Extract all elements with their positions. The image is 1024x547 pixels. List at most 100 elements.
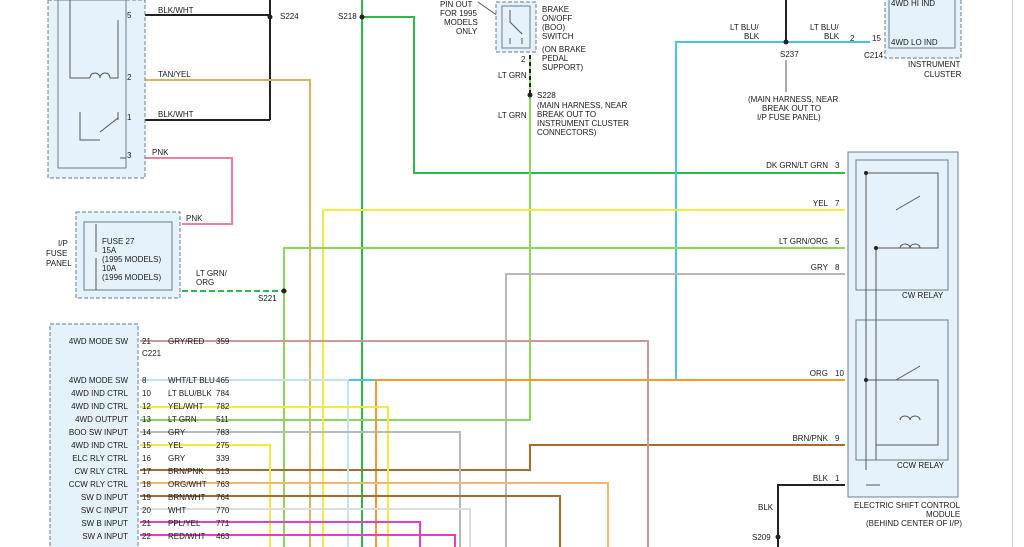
lower-row-wire: GRY — [168, 454, 186, 463]
lower-row-wire: LT GRN — [168, 415, 197, 424]
lower-row-circuit: 770 — [216, 506, 230, 515]
splice-s237-label: S237 — [780, 50, 799, 59]
boo-switch-line-5: (ON BRAKE — [542, 45, 586, 54]
lower-row-wire: WHT/LT BLU — [168, 376, 215, 385]
wires — [140, 0, 870, 547]
shift-pin-wire: ORG — [810, 369, 828, 378]
shift-pin-wire: LT GRN/ORG — [779, 237, 828, 246]
lower-row-label: SW B INPUT — [81, 519, 128, 528]
cluster-wire-right-1: LT BLU/ — [810, 23, 839, 32]
s237-note-line-1: (MAIN HARNESS, NEAR — [748, 95, 838, 104]
lower-row-circuit: 275 — [216, 441, 230, 450]
lower-row-circuit: 511 — [216, 415, 229, 424]
cluster-pin-2: 2 — [850, 34, 855, 43]
boo-wire-above: LT GRN — [498, 71, 527, 80]
shift-pin-number: 5 — [835, 237, 840, 246]
fuse-line-4: 10A — [102, 264, 117, 273]
splice-s228-dot — [527, 92, 533, 98]
top-left-wire-3: PNK — [152, 148, 169, 157]
lower-row-circuit: 763 — [216, 480, 230, 489]
lower-row-circuit: 783 — [216, 428, 230, 437]
shift-pin-wire: GRY — [811, 263, 829, 272]
lower-row-pin: 10 — [142, 389, 151, 398]
lower-row-label: 4WD MODE SW — [69, 337, 129, 346]
cluster-wire-left-1: LT BLU/ — [730, 23, 759, 32]
boo-switch-line-3: (BOO) — [542, 23, 565, 32]
lower-row-wire: WHT — [168, 506, 186, 515]
lower-row-circuit: 463 — [216, 532, 230, 541]
lower-row-pin: 16 — [142, 454, 151, 463]
top-left-wire-2: TAN/YEL — [158, 70, 191, 79]
lower-row-pin: 12 — [142, 402, 151, 411]
lower-row-label: SW C INPUT — [81, 506, 128, 515]
top-left-wire-1: BLK/WHT — [158, 110, 194, 119]
pinout-note-line-4: ONLY — [456, 27, 478, 36]
relay-junction-2 — [874, 246, 878, 250]
lower-row-label: SW A INPUT — [82, 532, 128, 541]
lower-row-label: 4WD MODE SW — [69, 376, 129, 385]
boo-wire-below: LT GRN — [498, 111, 527, 120]
s237-note-line-2: BREAK OUT TO — [762, 104, 821, 113]
lower-row-label: SW D INPUT — [81, 493, 128, 502]
splice-s209-label: S209 — [752, 533, 771, 542]
lower-row-label: 4WD IND CTRL — [71, 402, 128, 411]
fuse-panel-side-3: PANEL — [46, 259, 72, 268]
fuse-line-2: 15A — [102, 246, 117, 255]
shift-pin-number: 10 — [835, 369, 844, 378]
cluster-wire-left-2: BLK — [744, 32, 760, 41]
s228-note-line-4: CONNECTORS) — [537, 128, 597, 137]
relay-junction-1 — [864, 171, 868, 175]
shift-module-title-2: MODULE — [926, 510, 960, 519]
instrument-cluster: 4WD HI IND 4WD LO IND 2 15 C214 INSTRUME… — [730, 0, 962, 79]
cluster-pin-15: 15 — [872, 34, 881, 43]
shift-pin-number: 9 — [835, 434, 840, 443]
lower-row-pin: 8 — [142, 376, 147, 385]
top-left-pin-5: 5 — [127, 11, 132, 20]
lower-row-circuit: 339 — [216, 454, 230, 463]
lower-row-pin: 14 — [142, 428, 151, 437]
lower-row-wire: BRN/WHT — [168, 493, 205, 502]
lower-row-label: CCW RLY CTRL — [69, 480, 129, 489]
lower-row-wire: RED/WHT — [168, 532, 205, 541]
lower-row-wire: YEL/WHT — [168, 402, 204, 411]
lower-module-connector: C221 — [142, 349, 162, 358]
shift-pin-wire: BLK — [813, 474, 829, 483]
lower-row-circuit: 359 — [216, 337, 230, 346]
lower-row-pin: 20 — [142, 506, 151, 515]
shift-pin-wire: YEL — [813, 199, 829, 208]
wire-boo-lt-grn — [140, 55, 531, 421]
lower-row-circuit: 764 — [216, 493, 230, 502]
lower-row-wire: ORG/WHT — [168, 480, 207, 489]
boo-switch-pin: 2 — [521, 55, 526, 64]
s228-note-line-1: (MAIN HARNESS, NEAR — [537, 101, 627, 110]
wire-blk-ground — [777, 484, 845, 547]
lower-row-pin: 17 — [142, 467, 151, 476]
shift-pin-number: 1 — [835, 474, 840, 483]
lower-row-pin: 15 — [142, 441, 151, 450]
pinout-note-line-1: PIN OUT — [440, 0, 473, 9]
splice-s209-dot — [775, 534, 781, 540]
lower-row-pin: 13 — [142, 415, 151, 424]
lower-row-label: ELC RLY CTRL — [72, 454, 128, 463]
top-left-pin-2: 2 — [127, 73, 132, 82]
wire-org-pin10 — [375, 379, 845, 547]
lower-row-circuit: 784 — [216, 389, 230, 398]
cluster-ind-label: 4WD LO IND — [891, 38, 938, 47]
top-left-pin-3: 3 — [127, 151, 132, 160]
cw-relay-label: CW RELAY — [902, 291, 944, 300]
lower-row-wire: LT BLU/BLK — [168, 389, 212, 398]
fuse-line-5: (1996 MODELS) — [102, 273, 161, 282]
top-left-module: 5 BLK/WHT 2 TAN/YEL 1 BLK/WHT 3 PNK — [47, 0, 194, 179]
ccw-relay-label: CCW RELAY — [897, 461, 945, 470]
s237-note: (MAIN HARNESS, NEAR BREAK OUT TO I/P FUS… — [748, 60, 838, 122]
fuse-line-3: (1995 MODELS) — [102, 255, 161, 264]
lower-module: C221 4WD MODE SW 21 GRY/RED 359 4WD MODE SW 8… — [49, 323, 230, 547]
cw-relay-area — [855, 159, 949, 291]
splice-s237-dot — [783, 39, 789, 45]
wiring-diagram: 5 BLK/WHT 2 TAN/YEL 1 BLK/WHT 3 PNK S224… — [46, 0, 1013, 547]
lower-row-pin: 18 — [142, 480, 151, 489]
splice-s218-dot — [359, 14, 365, 20]
s228-note: (MAIN HARNESS, NEAR BREAK OUT TO INSTRUM… — [537, 101, 629, 137]
shift-module-title-3: (BEHIND CENTER OF I/P) — [866, 519, 962, 528]
lower-row-pin: 21 — [142, 519, 151, 528]
